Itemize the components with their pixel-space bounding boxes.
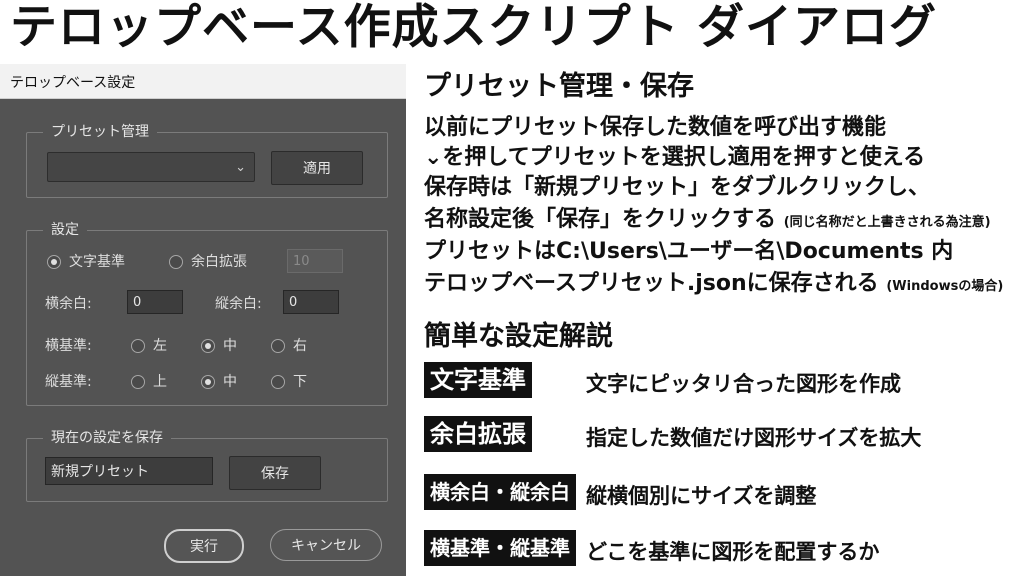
help-line-3: 保存時は「新規プリセット」をダブルクリックし、	[424, 175, 931, 200]
h-basis-left-radio[interactable]	[131, 339, 145, 353]
help-line-6-text: テロップベースプリセット.jsonに保存される	[424, 271, 879, 296]
dialog-titlebar: テロップベース設定	[0, 64, 406, 99]
dialog-title: テロップベース設定	[10, 75, 136, 91]
run-button[interactable]: 実行	[164, 529, 244, 563]
preset-heading: プリセット管理・保存	[424, 71, 694, 102]
v-basis-bottom-label: 下	[293, 374, 307, 390]
mode-margin-expand-radio[interactable]	[169, 255, 183, 269]
help-line-6: テロップベースプリセット.jsonに保存される (Windowsの場合)	[424, 270, 1003, 300]
preset-group: プリセット管理 ⌄ 適用	[26, 123, 388, 198]
h-basis-label: 横基準:	[45, 338, 92, 354]
v-basis-bottom-radio[interactable]	[271, 375, 285, 389]
margin-expand-input[interactable]: 10	[287, 249, 343, 273]
explain-tag-margins: 横余白・縦余白	[424, 474, 576, 510]
help-line-2: ⌄を押してプリセットを選択し適用を押すと使える	[424, 145, 926, 170]
preset-group-legend: プリセット管理	[43, 123, 157, 141]
explain-tag-basis: 横基準・縦基準	[424, 530, 576, 566]
explain-desc-basis: どこを基準に図形を配置するか	[586, 540, 880, 564]
h-basis-center-label: 中	[223, 338, 237, 354]
page-headline: テロップベース作成スクリプト ダイアログ	[10, 0, 938, 55]
telop-base-dialog: テロップベース設定 プリセット管理 ⌄ 適用 設定 文字基準 余白拡張 10 横…	[0, 64, 406, 576]
help-line-4: 名称設定後「保存」をクリックする (同じ名称だと上書きされる為注意)	[424, 206, 991, 236]
save-button[interactable]: 保存	[229, 456, 321, 490]
cancel-button[interactable]: キャンセル	[270, 529, 382, 561]
explain-desc-text-basis: 文字にピッタリ合った図形を作成	[586, 372, 901, 396]
explain-desc-margin-expand: 指定した数値だけ図形サイズを拡大	[586, 426, 922, 450]
v-basis-top-radio[interactable]	[131, 375, 145, 389]
run-button-label: 実行	[190, 539, 218, 555]
save-group-legend: 現在の設定を保存	[43, 429, 171, 447]
cancel-button-label: キャンセル	[291, 538, 361, 554]
help-line-6-note: (Windowsの場合)	[886, 279, 1004, 294]
h-margin-label: 横余白:	[45, 296, 92, 312]
v-margin-input[interactable]: 0	[283, 290, 339, 314]
help-line-4-note: (同じ名称だと上書きされる為注意)	[783, 215, 991, 230]
h-margin-input[interactable]: 0	[127, 290, 183, 314]
explain-desc-margins: 縦横個別にサイズを調整	[586, 484, 817, 508]
explain-heading: 簡単な設定解説	[424, 321, 613, 352]
v-margin-label: 縦余白:	[215, 296, 262, 312]
mode-text-basis-label: 文字基準	[69, 254, 125, 270]
v-basis-top-label: 上	[153, 374, 167, 390]
h-basis-right-label: 右	[293, 338, 307, 354]
h-basis-left-label: 左	[153, 338, 167, 354]
settings-group: 設定 文字基準 余白拡張 10 横余白: 0 縦余白: 0 横基準: 左 中 右…	[26, 221, 388, 406]
preset-name-input[interactable]: 新規プリセット	[45, 457, 213, 485]
chevron-down-icon: ⌄	[235, 160, 246, 175]
save-group: 現在の設定を保存 新規プリセット 保存	[26, 429, 388, 502]
apply-button-label: 適用	[303, 161, 331, 177]
h-basis-center-radio[interactable]	[201, 339, 215, 353]
explain-tag-text-basis: 文字基準	[424, 362, 532, 398]
settings-group-legend: 設定	[43, 221, 87, 239]
v-basis-middle-label: 中	[223, 374, 237, 390]
h-basis-right-radio[interactable]	[271, 339, 285, 353]
mode-text-basis-radio[interactable]	[47, 255, 61, 269]
v-basis-label: 縦基準:	[45, 374, 92, 390]
preset-dropdown[interactable]: ⌄	[47, 152, 255, 182]
save-button-label: 保存	[261, 466, 289, 482]
help-line-4-text: 名称設定後「保存」をクリックする	[424, 207, 777, 232]
help-line-1: 以前にプリセット保存した数値を呼び出す機能	[424, 115, 887, 140]
mode-margin-expand-label: 余白拡張	[191, 254, 247, 270]
help-line-5: プリセットはC:\Users\ユーザー名\Documents 内	[424, 239, 954, 264]
explain-tag-margin-expand: 余白拡張	[424, 416, 532, 452]
v-basis-middle-radio[interactable]	[201, 375, 215, 389]
apply-button[interactable]: 適用	[271, 151, 363, 185]
